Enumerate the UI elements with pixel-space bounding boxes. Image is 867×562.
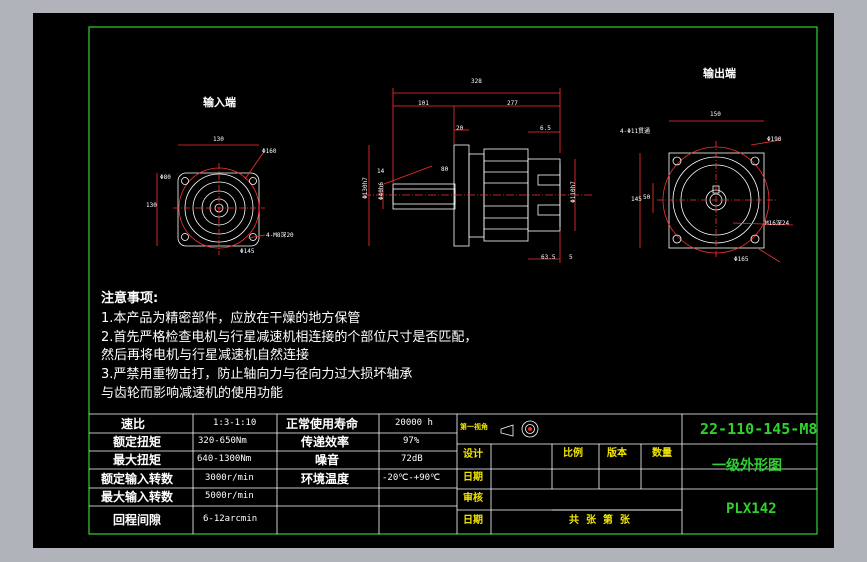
input-end-title: 输入端 [203, 96, 236, 109]
spec-value-efficiency: 97% [403, 436, 420, 446]
side-bottom-a-dim: 63.5 [541, 254, 556, 261]
side-step-dim: 80 [441, 166, 449, 173]
drawing-sheet: 输入端 输出端 130 130 Φ160 Φ80 4-M8深20 Φ145 32… [33, 13, 834, 548]
spec-label-efficiency: 传递效率 [301, 435, 350, 449]
side-key-dim: 14 [377, 168, 385, 175]
tb-header-scale: 比例 [563, 448, 583, 459]
input-bolt-circle-dim: Φ160 [262, 148, 277, 155]
output-shaft-dia-dim: 50 [643, 194, 651, 201]
spec-label-backlash: 回程间隙 [113, 513, 162, 527]
side-flange-dim: 20 [456, 125, 464, 132]
side-right-dim: 277 [507, 100, 518, 107]
spec-label-max-speed: 最大输入转数 [101, 490, 174, 504]
input-height-dim: 130 [146, 202, 157, 209]
side-dia-left2-dim: Φ40h6 [378, 181, 386, 201]
side-overall-dim: 328 [471, 78, 482, 85]
drawing-number: 22-110-145-M8 [700, 420, 818, 438]
tb-row-date-1: 日期 [463, 472, 483, 483]
spec-value-noise: 72dB [401, 454, 423, 464]
side-view [363, 88, 593, 263]
side-bottom-b-dim: 5 [569, 254, 573, 261]
input-width-dim: 130 [213, 136, 224, 143]
input-end-view [156, 144, 266, 255]
side-dia-right-dim: Φ110h7 [569, 181, 577, 203]
output-height-dim: 145 [631, 196, 642, 203]
tb-sheet-info: 共 张 第 张 [569, 515, 630, 526]
output-end-title: 输出端 [703, 67, 736, 80]
spec-label-noise: 噪音 [315, 453, 340, 467]
note-line-4: 3.严禁用重物击打，防止轴向力与径向力过大损坏轴承 [101, 367, 413, 382]
spec-value-rated-speed: 3000r/min [205, 473, 254, 483]
spec-value-max-speed: 5000r/min [205, 491, 254, 501]
note-line-2: 2.首先严格检查电机与行星减速机相连接的个部位尺寸是否匹配， [101, 330, 478, 345]
spec-label-max-torque: 最大扭矩 [113, 453, 162, 467]
output-bolt-circle-dim: Φ190 [767, 136, 782, 143]
spec-value-life: 20000 h [395, 418, 433, 428]
tb-header-quantity: 数量 [652, 448, 672, 459]
note-line-5: 与齿轮而影响减速机的使用功能 [101, 386, 284, 401]
spec-label-life: 正常使用寿命 [286, 417, 359, 431]
projection-label: 第一视角 [460, 423, 488, 431]
spec-value-max-torque: 640-1300Nm [197, 454, 252, 464]
side-shaft-dim: 6.5 [540, 125, 551, 132]
model-name: PLX142 [726, 501, 777, 517]
note-line-1: 1.本产品为精密部件，应放在干燥的地方保管 [101, 311, 361, 326]
spec-value-rated-torque: 320-650Nm [198, 436, 247, 446]
side-left-dim: 101 [418, 100, 429, 107]
side-dia-left-dim: Φ130h7 [361, 177, 369, 199]
tb-header-version: 版本 [607, 448, 627, 459]
output-holes-dim: 4-Φ11贯通 [620, 128, 651, 135]
spec-label-temperature: 环境温度 [301, 472, 350, 486]
spec-label-rated-speed: 额定输入转数 [101, 472, 174, 486]
spec-label-rated-torque: 额定扭矩 [113, 435, 162, 449]
input-spigot-dim: Φ145 [240, 248, 255, 255]
tb-row-review: 审核 [463, 493, 483, 504]
spec-value-ratio: 1:3-1:10 [213, 418, 257, 428]
output-pilot-dim: Φ165 [734, 256, 749, 263]
output-shaft-key-dim: M16深24 [765, 220, 790, 227]
spec-value-backlash: 6-12arcmin [203, 514, 258, 524]
drawing-title: 一级外形图 [712, 458, 782, 474]
output-width-dim: 150 [710, 111, 721, 118]
tb-row-design: 设计 [463, 449, 483, 460]
tb-row-date-2: 日期 [463, 515, 483, 526]
spec-label-ratio: 速比 [121, 417, 146, 431]
input-pilot-dim: Φ80 [160, 174, 171, 181]
input-hole-dim: 4-M8深20 [266, 232, 294, 239]
note-line-3: 然后再将电机与行星减速机自然连接 [101, 348, 310, 363]
notes-heading: 注意事项: [101, 291, 159, 306]
spec-value-temperature: -20℃-+90℃ [382, 473, 441, 483]
